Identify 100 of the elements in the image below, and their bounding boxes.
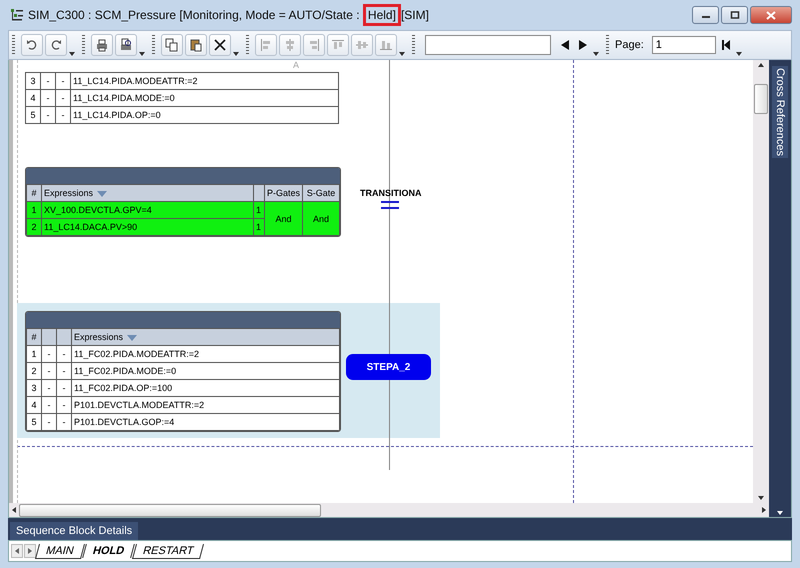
scroll-thumb[interactable]	[754, 84, 768, 114]
table-cell: -	[40, 90, 56, 106]
transition-icon	[381, 199, 399, 211]
tab-scroll-right-button[interactable]	[24, 544, 36, 558]
table-cell: -	[56, 90, 70, 106]
column-header: S-Gate	[302, 184, 340, 202]
search-field[interactable]	[425, 35, 551, 55]
transition-label: TRANSITIONA	[360, 188, 422, 198]
delete-button[interactable]	[209, 34, 231, 56]
column-header: Expressions	[74, 332, 124, 342]
column-header: #	[26, 328, 42, 346]
table-cell: 11_LC14.PIDA.OP:=0	[70, 106, 338, 124]
table-cell: 4	[26, 396, 42, 414]
next-icon	[578, 39, 588, 51]
maximize-button[interactable]	[721, 6, 748, 24]
paste-icon	[189, 38, 203, 52]
dropdown-icon[interactable]	[736, 52, 742, 56]
dropdown-icon[interactable]	[233, 52, 239, 56]
dropdown-icon[interactable]	[777, 511, 783, 515]
align-left-button[interactable]	[255, 34, 277, 56]
print-icon	[95, 38, 109, 52]
copy-icon	[165, 38, 179, 52]
align-left-icon	[259, 38, 273, 52]
table-cell: -	[56, 72, 70, 90]
dropdown-icon[interactable]	[399, 52, 405, 56]
window-title: [SIM]	[400, 7, 429, 24]
table-cell: -	[56, 396, 72, 414]
table-cell: -	[42, 396, 56, 414]
table-cell: -	[56, 346, 72, 362]
first-page-icon	[720, 39, 731, 51]
table-cell: 11_LC14.PIDA.MODE:=0	[70, 90, 338, 106]
table-cell: 3	[26, 72, 40, 90]
minimize-button[interactable]	[692, 6, 719, 24]
highlighted-title-text: Held]	[362, 4, 401, 26]
preview-icon	[119, 38, 133, 52]
close-icon	[766, 10, 776, 20]
sheet-tab[interactable]: MAIN	[35, 544, 84, 558]
scroll-thumb[interactable]	[19, 504, 321, 516]
table-cell: -	[40, 106, 56, 124]
panel-tab[interactable]: Sequence Block Details	[10, 522, 138, 540]
table-cell: -	[42, 346, 56, 362]
align-bottom-icon	[379, 38, 393, 52]
table-cell: 11_FC02.PIDA.MODE:=0	[72, 362, 340, 380]
redo-button[interactable]	[45, 34, 67, 56]
align-top-button[interactable]	[327, 34, 349, 56]
sheet-tab[interactable]: RESTART	[132, 544, 204, 558]
cross-references-tab[interactable]: Cross References	[772, 66, 788, 158]
align-right-button[interactable]	[303, 34, 325, 56]
align-center-icon	[283, 38, 297, 52]
table-cell: 5	[26, 414, 42, 430]
filter-icon	[97, 190, 108, 197]
table-cell: 2	[26, 218, 42, 236]
dropdown-icon[interactable]	[139, 52, 145, 56]
undo-icon	[25, 38, 39, 52]
table-cell: 3	[26, 380, 42, 396]
preview-button[interactable]	[115, 34, 137, 56]
page-field[interactable]: 1	[652, 36, 716, 54]
table-cell: 4	[26, 90, 40, 106]
table-cell: 1	[26, 202, 42, 218]
dropdown-icon[interactable]	[69, 52, 75, 56]
column-marker: A	[293, 60, 300, 71]
table-cell: 11_LC14.PIDA.MODEATTR:=2	[70, 72, 338, 90]
table-cell: And	[302, 202, 340, 236]
window-title: SIM_C300 : SCM_Pressure [Monitoring, Mode = AUTO/State :	[28, 7, 361, 24]
print-button[interactable]	[91, 34, 113, 56]
page-label: Page:	[615, 39, 644, 51]
tab-scroll-left-button[interactable]	[11, 544, 23, 558]
table-cell: -	[56, 106, 70, 124]
filter-icon	[127, 334, 138, 341]
paste-button[interactable]	[185, 34, 207, 56]
vertical-scrollbar[interactable]	[753, 60, 769, 503]
dropdown-icon[interactable]	[593, 52, 599, 56]
table-cell: -	[56, 380, 72, 396]
table-cell: -	[42, 414, 56, 430]
table-cell: 11_FC02.PIDA.MODEATTR:=2	[72, 346, 340, 362]
horizontal-scrollbar[interactable]	[9, 503, 769, 517]
table-cell: 2	[26, 362, 42, 380]
close-button[interactable]	[750, 6, 792, 24]
copy-button[interactable]	[161, 34, 183, 56]
delete-icon	[213, 38, 227, 52]
previous-icon	[560, 39, 570, 51]
right-arrow-icon	[26, 546, 34, 556]
sheet-tab[interactable]: HOLD	[82, 544, 135, 558]
align-right-icon	[307, 38, 321, 52]
column-header: #	[26, 184, 42, 202]
table-cell: P101.DEVCTLA.GOP:=4	[72, 414, 340, 430]
table-cell: 5	[26, 106, 40, 124]
table-cell: 11_FC02.PIDA.OP:=100	[72, 380, 340, 396]
left-arrow-icon	[13, 546, 21, 556]
table-cell: -	[56, 362, 72, 380]
table-cell: P101.DEVCTLA.MODEATTR:=2	[72, 396, 340, 414]
table-cell: -	[42, 362, 56, 380]
table-cell: And	[264, 202, 302, 236]
step-node[interactable]: STEPA_2	[346, 354, 431, 380]
maximize-icon	[730, 11, 740, 19]
table-cell: 1	[26, 346, 42, 362]
table-cell: XV_100.DEVCTLA.GPV=4	[42, 202, 254, 218]
redo-icon	[49, 38, 63, 52]
undo-button[interactable]	[21, 34, 43, 56]
table-cell: -	[56, 414, 72, 430]
